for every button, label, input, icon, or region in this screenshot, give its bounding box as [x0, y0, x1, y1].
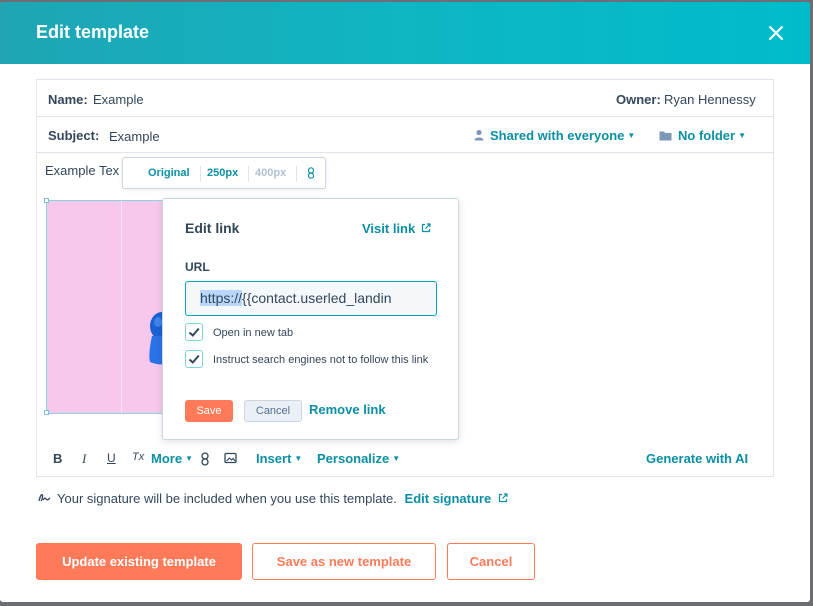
name-value[interactable]: Example: [93, 92, 144, 107]
nofollow-checkbox[interactable]: [185, 350, 203, 368]
image-icon: [224, 452, 237, 464]
bold-button[interactable]: B: [53, 451, 62, 466]
owner-value: Ryan Hennessy: [664, 92, 756, 107]
nofollow-label: Instruct search engines not to follow th…: [213, 354, 429, 366]
sharing-dropdown[interactable]: Shared with everyone ▼: [473, 127, 635, 145]
toolbar-divider: [200, 166, 201, 182]
url-input[interactable]: https://{{contact.userled_landin: [185, 281, 437, 316]
modal-title: Edit template: [36, 22, 150, 42]
link-cancel-button[interactable]: Cancel: [244, 400, 302, 422]
size-250-option[interactable]: 250px: [207, 167, 238, 179]
edit-signature-link[interactable]: Edit signature: [405, 491, 508, 506]
external-link-icon: [421, 223, 431, 233]
subject-row: Subject: Example Shared with everyone ▼ N…: [37, 117, 773, 153]
edit-link-popover: Edit link Visit link URL https://{{conta…: [162, 198, 459, 440]
image-link-button[interactable]: [307, 166, 315, 184]
name-label: Name:: [48, 92, 88, 107]
owner-label: Owner:: [616, 92, 661, 107]
personalize-label: Personalize: [317, 451, 390, 466]
popover-title: Edit link: [185, 220, 240, 236]
sharing-label: Shared with everyone: [490, 128, 625, 143]
toolbar-divider: [296, 166, 297, 182]
subject-input[interactable]: Example: [109, 129, 160, 144]
visit-link[interactable]: Visit link: [362, 221, 431, 236]
link-icon: [201, 452, 209, 466]
checkmark-icon: [188, 327, 200, 337]
checkmark-icon: [188, 354, 200, 364]
signature-text: Your signature will be included when you…: [57, 491, 397, 506]
external-link-icon: [498, 493, 508, 503]
url-label: URL: [185, 260, 210, 274]
cancel-button[interactable]: Cancel: [447, 543, 535, 580]
italic-button[interactable]: I: [82, 451, 86, 467]
url-remaining-text: {{contact.userled_landin: [242, 290, 392, 306]
signature-icon: [38, 493, 51, 502]
save-as-new-template-button[interactable]: Save as new template: [252, 543, 436, 580]
folder-icon: [659, 131, 672, 141]
chevron-down-icon: ▼: [627, 131, 636, 140]
generate-with-ai-button[interactable]: Generate with AI: [646, 451, 748, 466]
image-guide-line: [121, 201, 122, 413]
close-button[interactable]: [764, 21, 788, 45]
chevron-down-icon: ▼: [392, 454, 401, 463]
open-new-tab-checkbox[interactable]: [185, 323, 203, 341]
email-body-text[interactable]: Example Tex: [45, 163, 119, 178]
link-button[interactable]: [200, 452, 210, 469]
resize-handle-bottom-left[interactable]: [44, 410, 49, 415]
visit-link-label: Visit link: [362, 221, 416, 236]
resize-handle-top-left[interactable]: [44, 198, 49, 203]
chevron-down-icon: ▼: [185, 454, 193, 463]
more-label: More: [151, 451, 183, 466]
image-button[interactable]: [224, 452, 237, 467]
name-row: Name: Example Owner: Ryan Hennessy: [37, 80, 773, 117]
size-400-option[interactable]: 400px: [255, 167, 286, 179]
user-icon: [474, 129, 484, 141]
image-size-toolbar: Original 250px 400px: [122, 157, 326, 189]
toolbar-divider: [248, 166, 249, 182]
url-selected-text: https://: [200, 290, 243, 306]
clear-format-button[interactable]: Tx: [132, 451, 144, 463]
modal-header: Edit template: [0, 2, 810, 64]
open-new-tab-label: Open in new tab: [213, 327, 294, 339]
remove-link-button[interactable]: Remove link: [309, 402, 386, 417]
size-original-option[interactable]: Original: [148, 167, 190, 179]
more-dropdown[interactable]: More ▼: [151, 451, 193, 466]
update-template-button[interactable]: Update existing template: [36, 543, 242, 580]
folder-label: No folder: [678, 128, 736, 143]
chevron-down-icon: ▼: [294, 454, 303, 463]
chevron-down-icon: ▼: [738, 131, 746, 140]
underline-button[interactable]: U: [107, 451, 116, 465]
edit-signature-label: Edit signature: [404, 491, 492, 506]
signature-notice: Your signature will be included when you…: [38, 491, 508, 506]
personalize-dropdown[interactable]: Personalize ▼: [317, 451, 400, 466]
embedded-image[interactable]: [44, 198, 176, 415]
close-icon: [769, 26, 783, 40]
insert-dropdown[interactable]: Insert ▼: [256, 451, 302, 466]
subject-label: Subject:: [48, 128, 100, 143]
link-save-button[interactable]: Save: [185, 400, 233, 422]
link-icon: [307, 167, 315, 179]
folder-dropdown[interactable]: No folder ▼: [659, 127, 746, 145]
edit-template-modal: Edit template Name: Example Owner: Ryan …: [0, 2, 810, 602]
formatting-toolbar: B I U Tx More ▼ Insert ▼ Personalize ▼ Gene…: [37, 444, 773, 474]
insert-label: Insert: [256, 451, 292, 466]
